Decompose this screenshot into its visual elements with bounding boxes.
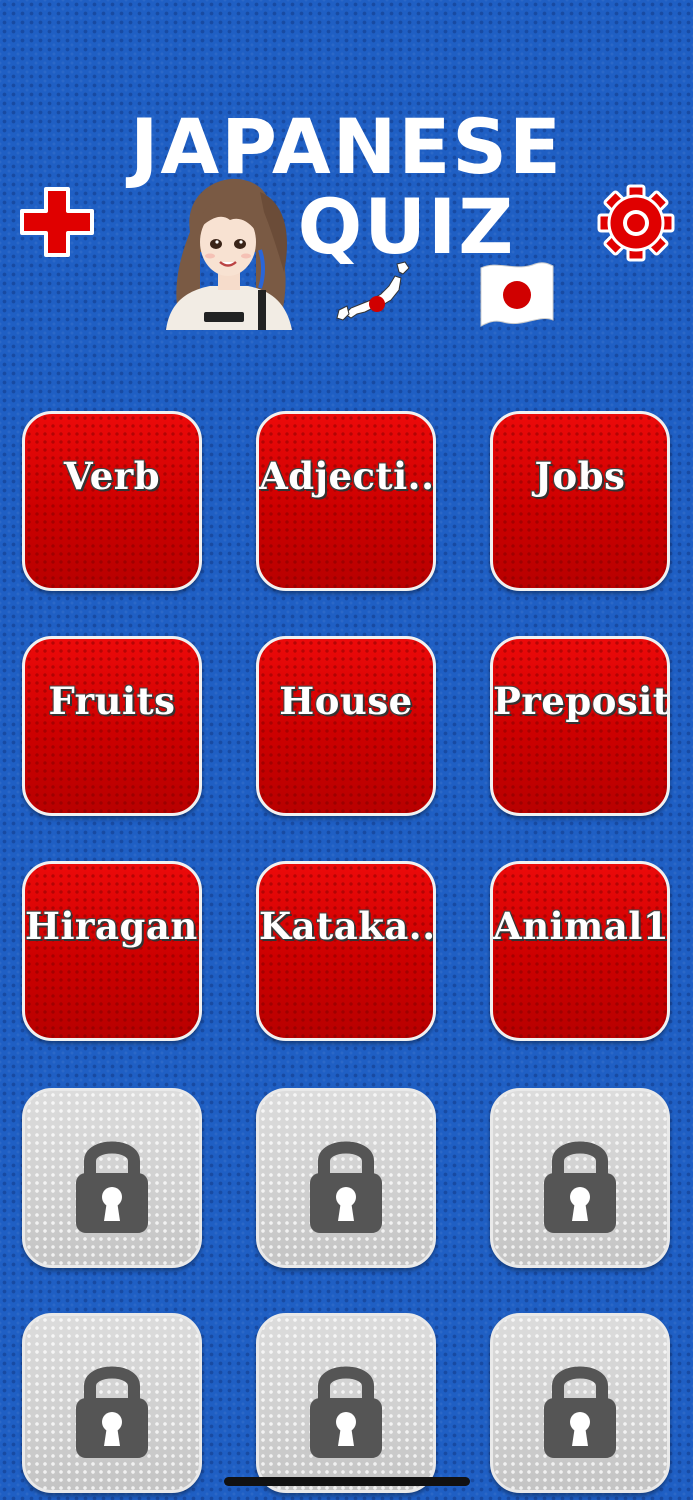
settings-button[interactable] xyxy=(594,183,678,263)
category-tile-jobs[interactable]: Jobs xyxy=(490,411,670,591)
locked-tile[interactable] xyxy=(490,1313,670,1493)
category-tile-preposition[interactable]: Preposit... xyxy=(490,636,670,816)
japan-flag-icon xyxy=(480,262,554,327)
lock-icon xyxy=(544,1366,616,1458)
locked-tile[interactable] xyxy=(490,1088,670,1268)
category-tile-hiragana[interactable]: Hiragana xyxy=(22,861,202,1041)
add-button[interactable] xyxy=(16,183,98,261)
locked-tile[interactable] xyxy=(256,1313,436,1493)
lock-icon xyxy=(310,1141,382,1233)
category-label: Jobs xyxy=(534,454,626,498)
category-label: Verb xyxy=(63,454,161,498)
category-tile-house[interactable]: House xyxy=(256,636,436,816)
category-label: Fruits xyxy=(48,679,176,723)
locked-tile[interactable] xyxy=(256,1088,436,1268)
category-tile-fruits[interactable]: Fruits xyxy=(22,636,202,816)
category-label: Preposit... xyxy=(493,679,667,723)
category-tile-animal1[interactable]: Animal1 xyxy=(490,861,670,1041)
locked-tile[interactable] xyxy=(22,1313,202,1493)
lock-icon xyxy=(76,1366,148,1458)
category-tile-katakana[interactable]: Kataka... xyxy=(256,861,436,1041)
app-title-line-1: JAPANESE xyxy=(130,102,563,191)
category-label: Adjecti... xyxy=(259,454,433,498)
category-tile-verb[interactable]: Verb xyxy=(22,411,202,591)
category-label: Hiragana xyxy=(25,904,199,948)
home-indicator[interactable] xyxy=(224,1477,470,1486)
lock-icon xyxy=(544,1141,616,1233)
category-label: Animal1 xyxy=(493,904,667,948)
category-label: House xyxy=(279,679,413,723)
lock-icon xyxy=(310,1366,382,1458)
locked-tile[interactable] xyxy=(22,1088,202,1268)
plus-icon xyxy=(20,187,94,257)
japan-map-illustration xyxy=(336,261,410,321)
category-tile-adjective[interactable]: Adjecti... xyxy=(256,411,436,591)
category-label: Kataka... xyxy=(259,904,433,948)
mascot-girl-illustration xyxy=(166,178,292,330)
lock-icon xyxy=(76,1141,148,1233)
gear-icon xyxy=(597,184,675,262)
